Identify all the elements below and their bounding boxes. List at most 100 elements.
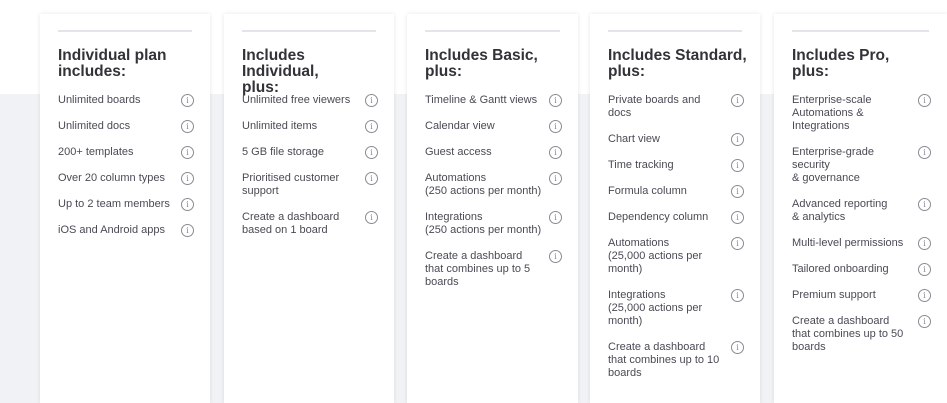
info-circle-icon[interactable]: i — [731, 159, 744, 172]
feature-item: Multi-level permissions i — [792, 237, 935, 250]
info-circle-icon[interactable]: i — [731, 289, 744, 302]
info-circle-icon[interactable]: i — [731, 185, 744, 198]
info-circle-icon[interactable]: i — [731, 341, 744, 354]
feature-item: Integrations (25,000 actions per month) i — [608, 289, 748, 328]
feature-label: 5 GB file storage — [242, 146, 324, 158]
feature-list: Unlimited boards i Unlimited docs i 200+ t… — [58, 94, 198, 250]
feature-label: Integrations (250 actions per month) — [425, 211, 542, 236]
feature-label: Time tracking — [608, 159, 674, 171]
plan-column-individual: Individual plan includes: Unlimited boar… — [40, 14, 210, 403]
feature-item: Enterprise-scale Automations & Integrati… — [792, 94, 935, 133]
feature-item: Integrations (250 actions per month) i — [425, 211, 566, 237]
feature-label: Calendar view — [425, 120, 495, 132]
feature-item: Guest access i — [425, 146, 566, 159]
info-circle-icon[interactable]: i — [365, 172, 378, 185]
info-circle-icon[interactable]: i — [918, 263, 931, 276]
feature-label: Create a dashboard that combines up to 1… — [608, 341, 720, 379]
plan-heading: Includes Pro, plus: — [792, 47, 890, 80]
feature-item: Over 20 column types i — [58, 172, 198, 185]
feature-list: Timeline & Gantt views i Calendar view i G… — [425, 94, 566, 302]
feature-item: Create a dashboard based on 1 board i — [242, 211, 382, 237]
feature-item: Calendar view i — [425, 120, 566, 133]
feature-label: Enterprise-scale Automations & Integrati… — [792, 94, 872, 132]
feature-label: Dependency column — [608, 211, 709, 223]
feature-item: 200+ templates i — [58, 146, 198, 159]
info-circle-icon[interactable]: i — [918, 198, 931, 211]
feature-label: Advanced reporting & analytics — [792, 198, 888, 223]
info-circle-icon[interactable]: i — [181, 224, 194, 237]
info-circle-icon[interactable]: i — [181, 94, 194, 107]
info-circle-icon[interactable]: i — [731, 237, 744, 250]
info-circle-icon[interactable]: i — [918, 94, 931, 107]
feature-item: Unlimited free viewers i — [242, 94, 382, 107]
column-top-divider — [242, 30, 376, 32]
feature-label: Unlimited items — [242, 120, 318, 132]
feature-label: Prioritised customer support — [242, 172, 340, 197]
feature-item: Prioritised customer support i — [242, 172, 382, 198]
info-circle-icon[interactable]: i — [549, 120, 562, 133]
info-circle-icon[interactable]: i — [365, 146, 378, 159]
info-circle-icon[interactable]: i — [918, 315, 931, 328]
plan-column-basic: Includes Individual, plus: Unlimited fre… — [224, 14, 394, 403]
feature-label: Chart view — [608, 133, 660, 145]
plan-heading: Includes Standard, plus: — [608, 47, 747, 80]
feature-item: iOS and Android apps i — [58, 224, 198, 237]
feature-item: Create a dashboard that combines up to 5… — [425, 250, 566, 289]
feature-item: Chart view i — [608, 133, 748, 146]
feature-item: Up to 2 team members i — [58, 198, 198, 211]
feature-label: Up to 2 team members — [58, 198, 170, 210]
info-circle-icon[interactable]: i — [365, 120, 378, 133]
column-top-divider — [425, 30, 560, 32]
feature-item: Create a dashboard that combines up to 5… — [792, 315, 935, 354]
plan-column-enterprise: Includes Pro, plus: Enterprise-scale Aut… — [774, 14, 947, 403]
info-circle-icon[interactable]: i — [731, 211, 744, 224]
feature-label: Tailored onboarding — [792, 263, 889, 275]
feature-label: Create a dashboard that combines up to 5… — [792, 315, 904, 353]
info-circle-icon[interactable]: i — [181, 120, 194, 133]
info-circle-icon[interactable]: i — [181, 146, 194, 159]
info-circle-icon[interactable]: i — [365, 211, 378, 224]
info-circle-icon[interactable]: i — [731, 133, 744, 146]
feature-label: 200+ templates — [58, 146, 134, 158]
feature-label: Over 20 column types — [58, 172, 165, 184]
feature-item: Tailored onboarding i — [792, 263, 935, 276]
info-circle-icon[interactable]: i — [731, 94, 744, 107]
feature-label: Enterprise-grade security & governance — [792, 146, 874, 184]
feature-item: Unlimited docs i — [58, 120, 198, 133]
feature-item: Automations (250 actions per month) i — [425, 172, 566, 198]
plan-column-standard: Includes Basic, plus: Timeline & Gantt v… — [407, 14, 578, 403]
info-circle-icon[interactable]: i — [549, 172, 562, 185]
feature-label: Timeline & Gantt views — [425, 94, 538, 106]
info-circle-icon[interactable]: i — [365, 94, 378, 107]
feature-label: Integrations (25,000 actions per month) — [608, 289, 703, 327]
feature-item: 5 GB file storage i — [242, 146, 382, 159]
plan-column-pro: Includes Standard, plus: Private boards … — [590, 14, 760, 403]
plan-heading: Includes Individual, plus: — [242, 47, 319, 96]
feature-label: Multi-level permissions — [792, 237, 904, 249]
feature-label: Create a dashboard that combines up to 5… — [425, 250, 531, 288]
feature-label: Automations (250 actions per month) — [425, 172, 542, 197]
info-circle-icon[interactable]: i — [549, 146, 562, 159]
feature-list: Unlimited free viewers i Unlimited items i… — [242, 94, 382, 250]
plan-heading: Individual plan includes: — [58, 47, 167, 80]
info-circle-icon[interactable]: i — [549, 211, 562, 224]
feature-item: Time tracking i — [608, 159, 748, 172]
feature-label: Unlimited boards — [58, 94, 141, 106]
feature-item: Formula column i — [608, 185, 748, 198]
feature-label: Guest access — [425, 146, 492, 158]
info-circle-icon[interactable]: i — [918, 237, 931, 250]
plan-heading: Includes Basic, plus: — [425, 47, 538, 80]
feature-list: Enterprise-scale Automations & Integrati… — [792, 94, 935, 367]
info-circle-icon[interactable]: i — [181, 172, 194, 185]
info-circle-icon[interactable]: i — [918, 146, 931, 159]
feature-item: Automations (25,000 actions per month) i — [608, 237, 748, 276]
feature-item: Unlimited items i — [242, 120, 382, 133]
info-circle-icon[interactable]: i — [918, 289, 931, 302]
column-top-divider — [608, 30, 742, 32]
feature-label: Automations (25,000 actions per month) — [608, 237, 703, 275]
feature-label: Create a dashboard based on 1 board — [242, 211, 340, 236]
info-circle-icon[interactable]: i — [549, 250, 562, 263]
info-circle-icon[interactable]: i — [549, 94, 562, 107]
feature-item: Unlimited boards i — [58, 94, 198, 107]
info-circle-icon[interactable]: i — [181, 198, 194, 211]
